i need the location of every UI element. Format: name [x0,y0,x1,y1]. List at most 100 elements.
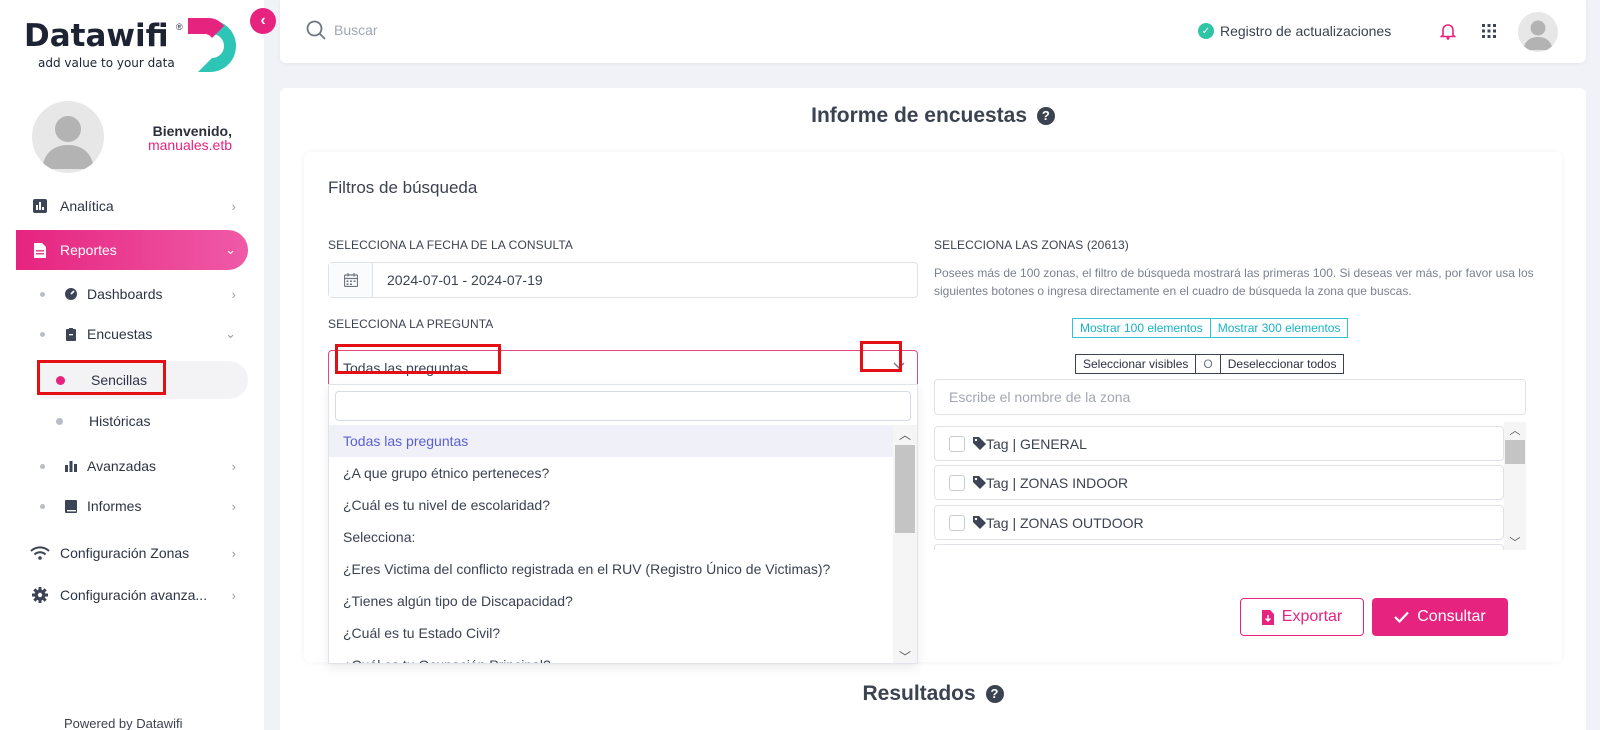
zones-label: SELECCIONA LAS ZONAS (20613) [934,238,1129,252]
powered-by-footer: Powered by Datawifi [64,716,183,730]
export-button[interactable]: Exportar [1240,598,1364,636]
scroll-thumb[interactable] [1505,440,1525,464]
show-300-button[interactable]: Mostrar 300 elementos [1210,318,1349,338]
bullet-dot [40,291,45,297]
question-option[interactable]: ¿Cuál es tu nivel de escolaridad? [329,489,893,521]
sidebar-item-configuracion-avanzada[interactable]: Configuración avanza... › [16,577,248,613]
dropdown-search-input[interactable] [335,391,911,421]
chevron-right-icon: › [231,198,236,214]
bullet-dot-active [56,375,65,385]
zone-name: Tag | ZONAS OUTDOOR [986,514,1144,531]
page-title: Informe de encuestas ? [280,104,1586,128]
sidebar-subitem-avanzadas[interactable]: Avanzadas › [16,448,248,484]
sidebar-subitem-dashboards[interactable]: Dashboards › [16,276,248,312]
zones-description: Posees más de 100 zonas, el filtro de bú… [934,266,1534,298]
sidebar-subitem-historicas[interactable]: Históricas [40,402,248,440]
updates-log-label: Registro de actualizaciones [1220,23,1392,39]
welcome-text: Bienvenido, manuales.etb [112,124,232,152]
question-dropdown-menu: Todas las preguntas ¿A que grupo étnico … [328,384,918,664]
updates-log-link[interactable]: ✓ Registro de actualizaciones [1198,23,1391,39]
date-range-value: 2024-07-01 - 2024-07-19 [387,272,543,288]
bullet-dot [40,503,45,509]
chevron-right-icon: › [231,286,236,302]
date-label: SELECCIONA LA FECHA DE LA CONSULTA [328,238,574,252]
apps-grid-icon[interactable] [1482,24,1496,38]
main-card: Informe de encuestas ? Filtros de búsque… [280,88,1586,730]
filters-title: Filtros de búsqueda [328,178,478,197]
date-range-picker[interactable]: 2024-07-01 - 2024-07-19 [328,262,918,298]
sidebar-item-label: Avanzadas [87,458,157,474]
page-title-text: Informe de encuestas [811,104,1028,127]
zone-item[interactable] [934,544,1504,550]
book-icon [63,499,79,513]
question-option[interactable]: ¿Tienes algún tipo de Discapacidad? [329,585,893,617]
profile-avatar[interactable] [32,101,104,173]
file-download-icon [1261,609,1274,625]
welcome-username: manuales.etb [147,137,232,153]
zone-checkbox[interactable] [949,435,965,452]
question-option[interactable]: ¿Eres Victima del conflicto registrada e… [329,553,893,585]
sidebar-item-analitica[interactable]: Analítica › [16,188,248,224]
question-option[interactable]: Selecciona: [329,521,893,553]
document-icon [30,242,50,258]
global-search [306,20,634,40]
dropdown-scrollbar[interactable]: ︿ ﹀ [893,425,917,664]
welcome-greeting: Bienvenido, [152,123,232,139]
sidebar-item-label: Configuración avanza... [60,587,208,603]
zone-search-input[interactable] [934,379,1526,415]
scroll-down-icon[interactable]: ﹀ [1504,534,1526,550]
question-option[interactable]: ¿Cuál es tu Estado Civil? [329,617,893,649]
zone-item[interactable]: Tag | GENERAL [934,426,1504,461]
search-filters-card: Filtros de búsqueda SELECCIONA LA FECHA … [304,152,1562,664]
sidebar-item-label: Configuración Zonas [60,545,190,561]
zone-item[interactable]: Tag | ZONAS INDOOR [934,465,1504,500]
question-label: SELECCIONA LA PREGUNTA [328,317,494,331]
chevron-down-icon [893,359,905,373]
sidebar-item-label: Dashboards [87,286,163,302]
question-option[interactable]: ¿Cuál es tu Ocupación Principal? [329,649,893,663]
zone-item[interactable]: Tag | ZONAS OUTDOOR [934,505,1504,540]
search-input[interactable] [334,22,634,38]
zone-checkbox[interactable] [949,474,965,491]
clipboard-icon [63,327,79,341]
scroll-down-icon[interactable]: ﹀ [893,647,917,664]
sidebar-item-label: Históricas [89,413,151,429]
top-bar: ✓ Registro de actualizaciones [280,0,1586,63]
bell-icon[interactable] [1440,22,1456,40]
check-icon [1394,611,1410,623]
sidebar-subitem-sencillas[interactable]: Sencillas [40,361,248,399]
results-title: Resultados ? [280,682,1586,706]
scroll-up-icon[interactable]: ︿ [1504,422,1526,438]
zones-list: Tag | GENERAL Tag | ZONAS INDOOR Tag | Z… [934,422,1526,550]
sidebar-item-configuracion-zonas[interactable]: Configuración Zonas › [16,535,248,571]
zones-scrollbar[interactable]: ︿ ﹀ [1504,422,1526,550]
chevron-right-icon: › [231,498,236,514]
chevron-down-icon: ⌄ [225,242,236,257]
sidebar-subitem-informes[interactable]: Informes › [16,488,248,524]
consult-label: Consultar [1417,608,1486,625]
show-100-button[interactable]: Mostrar 100 elementos [1072,318,1211,338]
collapse-sidebar-button[interactable]: ‹ [250,8,276,34]
zone-checkbox[interactable] [949,514,965,531]
scroll-up-icon[interactable]: ︿ [893,425,917,443]
help-icon[interactable]: ? [985,684,1004,703]
question-option[interactable]: ¿A que grupo étnico perteneces? [329,457,893,489]
zone-name: Tag | ZONAS INDOOR [986,474,1129,491]
consult-button[interactable]: Consultar [1372,598,1508,636]
scroll-thumb[interactable] [895,445,915,533]
sidebar-item-reportes[interactable]: Reportes ⌄ [16,230,248,270]
results-title-text: Resultados [862,682,976,705]
chevron-right-icon: › [231,587,236,603]
help-icon[interactable]: ? [1036,106,1055,125]
selection-buttons: Seleccionar visibles O Deseleccionar tod… [1075,354,1345,374]
or-separator: O [1196,354,1221,374]
sidebar-subitem-encuestas[interactable]: Encuestas ⌄ [16,316,248,352]
tag-icon [973,516,986,529]
question-select-value: Todas las preguntas [343,359,469,376]
select-visible-button[interactable]: Seleccionar visibles [1075,354,1197,374]
question-select[interactable]: Todas las preguntas [328,350,918,385]
gauge-icon [63,288,79,300]
deselect-all-button[interactable]: Deseleccionar todos [1220,354,1345,374]
user-avatar[interactable] [1518,12,1558,52]
question-option[interactable]: Todas las preguntas [329,425,893,457]
